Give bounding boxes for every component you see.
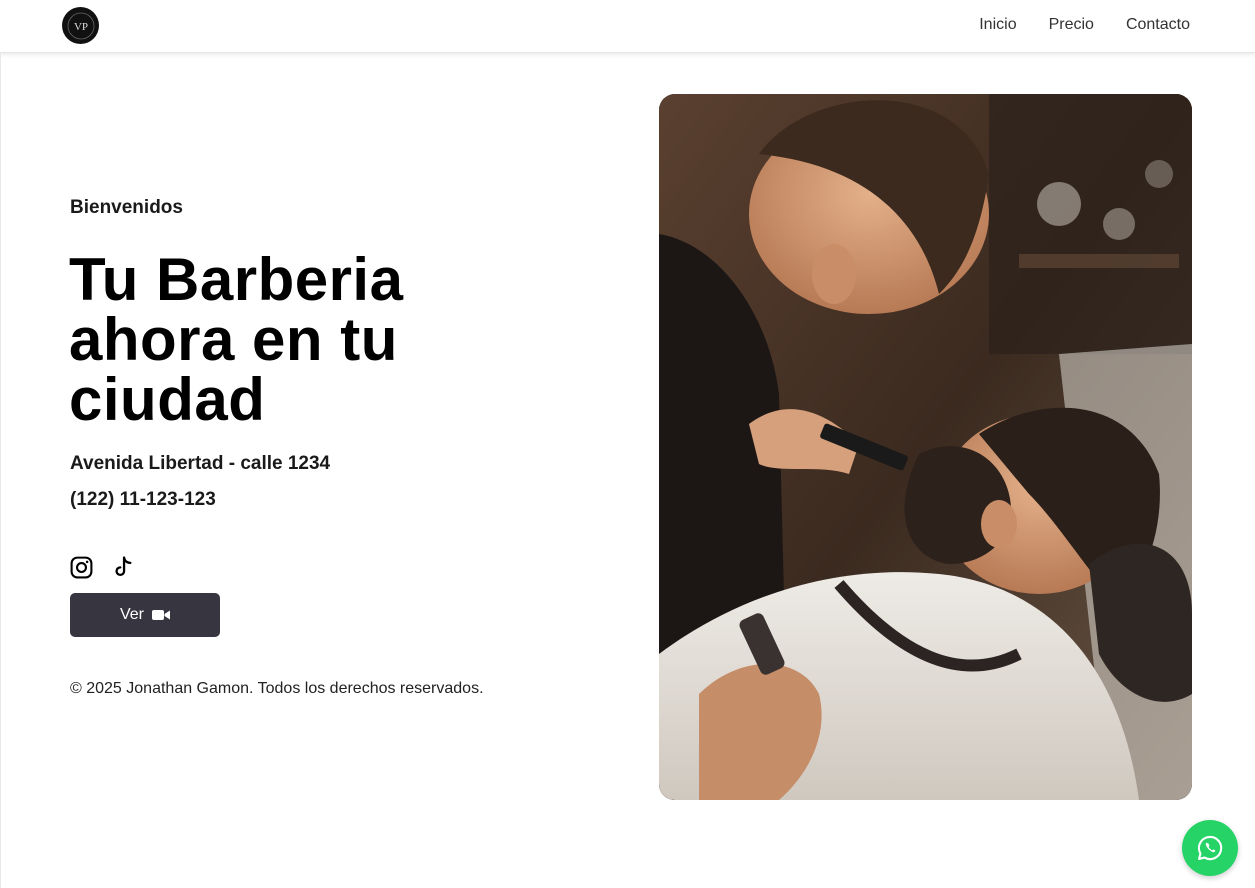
social-links [69, 555, 135, 580]
instagram-icon [70, 556, 93, 579]
ver-button-label: Ver [119, 606, 144, 623]
nav-contacto[interactable]: Contacto [1126, 16, 1190, 34]
headline-line-2: ahora en tu [69, 306, 398, 373]
phone-number: (122) 11-123-123 [70, 489, 216, 510]
logo[interactable]: VP [62, 7, 99, 44]
headline-line-1: Tu Barberia [69, 246, 404, 313]
barber-illustration [659, 94, 1192, 800]
instagram-link[interactable] [69, 555, 94, 580]
logo-icon: VP [67, 12, 94, 39]
main-nav: Inicio Precio Contacto [979, 16, 1190, 34]
welcome-text: Bienvenidos [70, 197, 183, 218]
navbar: VP Inicio Precio Contacto [0, 0, 1255, 53]
video-camera-icon [152, 610, 170, 620]
page-border [0, 53, 1, 888]
nav-inicio[interactable]: Inicio [979, 16, 1016, 34]
headline-line-3: ciudad [69, 366, 266, 433]
copyright-text: © 2025 Jonathan Gamon. Todos los derecho… [70, 680, 484, 697]
svg-text:VP: VP [73, 21, 87, 33]
barber-photo [659, 94, 1192, 800]
tiktok-icon [115, 556, 132, 577]
hero-headline: Tu Barberia ahora en tu ciudad [69, 250, 539, 430]
whatsapp-icon [1197, 835, 1223, 861]
tiktok-link[interactable] [110, 555, 135, 580]
address: Avenida Libertad - calle 1234 [70, 453, 331, 474]
whatsapp-button[interactable] [1182, 820, 1238, 876]
nav-precio[interactable]: Precio [1049, 16, 1094, 34]
ver-video-button[interactable]: Ver [70, 593, 220, 637]
